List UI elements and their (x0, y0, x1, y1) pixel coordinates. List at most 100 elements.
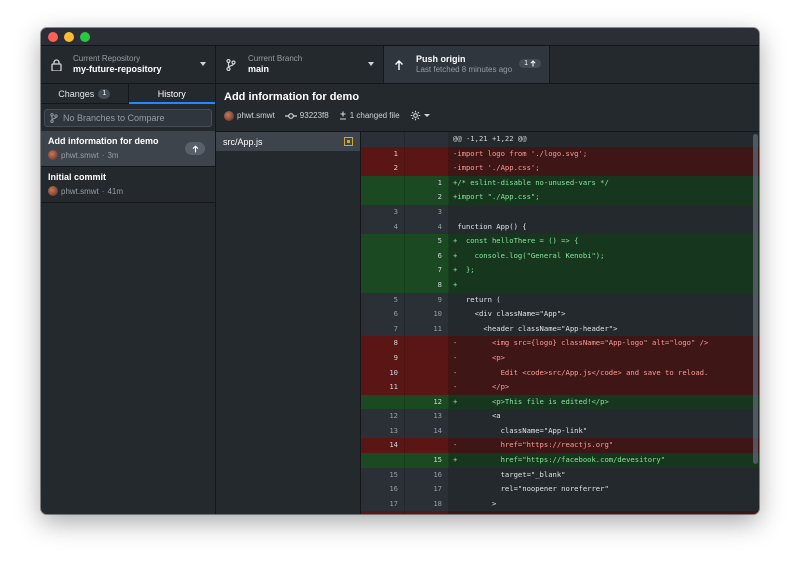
commit-author: phwt.smwt (61, 150, 99, 160)
new-line-number: 7 (405, 263, 449, 278)
old-line-number (361, 394, 405, 410)
arrow-up-icon (192, 144, 198, 152)
old-line-number: 5 (361, 292, 405, 308)
toolbar: Current Repository my-future-repository … (41, 46, 759, 84)
diff-code: + console.log("General Kenobi"); (449, 248, 759, 264)
repo-sublabel: Current Repository (73, 54, 141, 63)
diff-line[interactable]: 44 function App() { (361, 219, 759, 235)
old-line-number (361, 277, 405, 293)
diff-line[interactable]: 33 (361, 204, 759, 220)
diff-line[interactable]: 7 + }; (361, 263, 759, 278)
diff-line[interactable]: 5 + const helloThere = () => { (361, 234, 759, 249)
chevron-down-icon (200, 62, 206, 66)
old-line-number (361, 132, 405, 147)
new-line-number (405, 365, 449, 381)
diff-line[interactable]: 12 + <p>This file is edited!</p> (361, 394, 759, 410)
diff-line[interactable]: 13 14 className="App-link" (361, 423, 759, 439)
diff-code: return ( (449, 292, 759, 308)
diff-line[interactable]: 17 18 > (361, 496, 759, 512)
diff-code: + const helloThere = () => { (449, 234, 759, 249)
arrow-up-icon (392, 58, 406, 72)
tab-changes[interactable]: Changes 1 (41, 84, 128, 103)
new-line-number (405, 380, 449, 395)
diff-line[interactable]: 11 - </p> (361, 380, 759, 395)
meta-separator: · (101, 186, 105, 196)
app-window: Current Repository my-future-repository … (41, 28, 759, 514)
diff-code: className="App-link" (449, 423, 759, 439)
diff-line[interactable]: 1 +/* eslint-disable no-unused-vars */ (361, 175, 759, 191)
commit-sha[interactable]: 93223f8 (300, 111, 329, 120)
commit-title: Add information for demo (48, 136, 159, 146)
diff-hunk-header[interactable]: @@ -1,21 +1,22 @@ (361, 132, 759, 147)
chevron-down-icon (423, 114, 430, 117)
current-branch-dropdown[interactable]: Current Branch main (216, 46, 384, 83)
old-line-number: 13 (361, 423, 405, 439)
new-line-number: 18 (405, 496, 449, 512)
diff-code: <a (449, 409, 759, 424)
file-name: src/App.js (223, 136, 263, 147)
new-line-number (405, 511, 449, 514)
diff-settings-button[interactable] (410, 110, 430, 121)
commit-info: phwt.smwt 93223f8 1 changed file (224, 110, 751, 121)
diff-view[interactable]: @@ -1,21 +1,22 @@ 1 -import logo from './l… (361, 132, 759, 514)
diff-code: - Edit <code>src/App.js</code> and save … (449, 365, 759, 381)
new-line-number: 17 (405, 482, 449, 497)
diff-line[interactable]: 2 +import "./App.css"; (361, 190, 759, 205)
new-line-number: 1 (405, 175, 449, 191)
diff-line[interactable]: 15 + href="https://facebook.com/devesitor… (361, 453, 759, 468)
old-line-number (361, 453, 405, 468)
diff-line[interactable]: 9 - <p> (361, 350, 759, 366)
new-line-number: 15 (405, 453, 449, 468)
diff-line[interactable]: 1 -import logo from './logo.svg'; (361, 146, 759, 162)
diff-line[interactable]: 18 - Learn React (361, 511, 759, 514)
diff-line[interactable]: 16 17 rel="noopener noreferrer" (361, 482, 759, 497)
diff-code (449, 204, 759, 220)
diff-code: <header className="App-header"> (449, 321, 759, 337)
diff-scrollbar[interactable] (753, 134, 758, 464)
diff-line[interactable]: 6 10 <div className="App"> (361, 307, 759, 322)
old-line-number (361, 248, 405, 264)
title-bar (41, 28, 759, 46)
zoom-window-button[interactable] (80, 31, 90, 42)
minimize-window-button[interactable] (64, 31, 74, 42)
diff-line[interactable]: 2 -import './App.css'; (361, 161, 759, 176)
unpushed-commit-indicator (185, 142, 205, 155)
old-line-number: 1 (361, 146, 405, 162)
diff-line[interactable]: 14 - href="https://reactjs.org" (361, 438, 759, 454)
old-line-number: 18 (361, 511, 405, 514)
changed-files-count: 1 changed file (349, 111, 400, 120)
diff-line[interactable]: 59 return ( (361, 292, 759, 308)
diff-code: + <p>This file is edited!</p> (449, 394, 759, 410)
diff-line[interactable]: 8 + (361, 277, 759, 293)
close-window-button[interactable] (48, 31, 58, 42)
new-line-number (405, 146, 449, 162)
current-repository-dropdown[interactable]: Current Repository my-future-repository (41, 46, 216, 83)
new-line-number: 4 (405, 219, 449, 235)
repo-name: my-future-repository (73, 64, 162, 74)
branch-compare-input[interactable]: No Branches to Compare (44, 109, 212, 127)
commit-list-item[interactable]: Add information for demo phwt.smwt · 3m (41, 131, 215, 167)
diff-line[interactable]: 10 - Edit <code>src/App.js</code> and sav… (361, 365, 759, 381)
diff-line[interactable]: 15 16 target="_blank" (361, 467, 759, 483)
commit-list-item[interactable]: Initial commit phwt.smwt · 41m (41, 167, 215, 203)
diff-line[interactable]: 7 11 <header className="App-header"> (361, 321, 759, 337)
diff-code: @@ -1,21 +1,22 @@ (449, 132, 759, 147)
diff-line[interactable]: 6 + console.log("General Kenobi"); (361, 248, 759, 264)
new-line-number: 14 (405, 423, 449, 439)
diff-code: - <p> (449, 350, 759, 366)
diff-line[interactable]: 8 - <img src={logo} className="App-logo" … (361, 336, 759, 351)
new-line-number: 8 (405, 277, 449, 293)
old-line-number: 3 (361, 204, 405, 220)
changed-files-list: src/App.js (216, 132, 361, 514)
diff-code: +import "./App.css"; (449, 190, 759, 205)
push-origin-button[interactable]: Push origin Last fetched 8 minutes ago 1 (384, 46, 550, 83)
repo-lock-icon (49, 58, 63, 72)
tab-history[interactable]: History (127, 84, 216, 104)
compare-placeholder: No Branches to Compare (63, 113, 165, 123)
diff-line[interactable]: 12 13 <a (361, 409, 759, 424)
new-line-number: 6 (405, 248, 449, 264)
file-list-item[interactable]: src/App.js (216, 132, 360, 151)
new-line-number (405, 132, 449, 147)
sidebar-tabs: Changes 1 History (41, 84, 215, 104)
file-modified-icon (344, 137, 353, 146)
